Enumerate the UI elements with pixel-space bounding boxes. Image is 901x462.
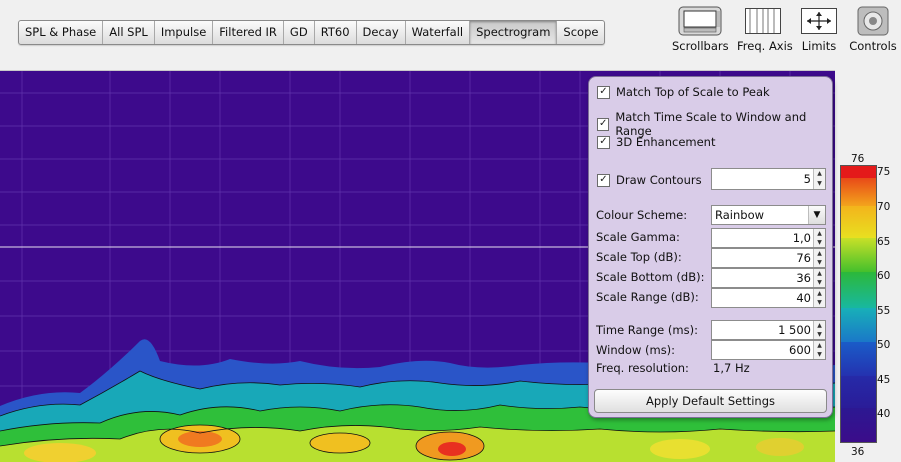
scale-tick: 55 [877,305,891,317]
colour-scheme-label: Colour Scheme: [596,208,688,222]
window-stepper[interactable]: 600 ▲ ▼ [711,340,826,360]
tab-waterfall[interactable]: Waterfall [406,21,471,44]
tab-rt60[interactable]: RT60 [315,21,357,44]
tab-all-spl[interactable]: All SPL [103,21,155,44]
freq-axis-icon [737,6,789,36]
tab-impulse[interactable]: Impulse [155,21,214,44]
colour-scheme-value: Rainbow [715,208,765,222]
colour-scale-bar [840,165,877,443]
freq-axis-label: Freq. Axis [737,39,793,53]
chevron-down-icon[interactable]: ▼ [808,206,825,224]
limits-button[interactable]: Limits [799,6,839,53]
scale-tick: 50 [877,339,891,351]
stepper-arrows-icon[interactable]: ▲ ▼ [813,229,825,247]
scale-gamma-label: Scale Gamma: [596,230,680,244]
scale-tick: 40 [877,408,891,420]
contours-value: 5 [803,172,811,186]
controls-panel: ✓ Match Top of Scale to Peak ✓ Match Tim… [588,76,833,418]
colour-scheme-select[interactable]: Rainbow ▼ [711,205,826,225]
scale-top-value: 76 [796,251,811,265]
checkmark-icon: ✓ [597,117,610,131]
tab-spl-phase[interactable]: SPL & Phase [19,21,104,44]
stepper-arrows-icon[interactable]: ▲ ▼ [813,289,825,307]
tab-scope[interactable]: Scope [557,21,604,44]
match-time-checkbox[interactable]: ✓ Match Time Scale to Window and Range [597,110,832,138]
scale-tick: 60 [877,270,891,282]
enhancement-3d-label: 3D Enhancement [616,135,716,149]
tab-gd[interactable]: GD [284,21,315,44]
freq-resolution-label: Freq. resolution: [596,361,689,375]
tab-spectrogram[interactable]: Spectrogram [470,21,558,44]
scrollbars-label: Scrollbars [672,39,729,53]
tab-filtered-ir[interactable]: Filtered IR [213,21,284,44]
window-label: Window (ms): [596,343,676,357]
scale-tick: 75 [877,166,891,178]
match-top-checkbox[interactable]: ✓ Match Top of Scale to Peak [597,85,770,99]
scale-range-stepper[interactable]: 40 ▲ ▼ [711,288,826,308]
window-value: 600 [789,343,811,357]
scale-top-stepper[interactable]: 76 ▲ ▼ [711,248,826,268]
stepper-arrows-icon[interactable]: ▲ ▼ [813,249,825,267]
scale-bottom-label: Scale Bottom (dB): [596,270,705,284]
scale-tick: 70 [877,201,891,213]
scale-gamma-stepper[interactable]: 1,0 ▲ ▼ [711,228,826,248]
draw-contours-label: Draw Contours [616,173,702,187]
stepper-arrows-icon[interactable]: ▲ ▼ [813,269,825,287]
apply-default-settings-button[interactable]: Apply Default Settings [594,389,827,413]
contours-stepper[interactable]: 5 ▲ ▼ [711,168,826,190]
scale-tick: 65 [877,236,891,248]
controls-button[interactable]: Controls [849,6,897,53]
scale-range-value: 40 [796,291,811,305]
scale-gamma-value: 1,0 [792,231,811,245]
draw-contours-checkbox[interactable]: ✓ Draw Contours [597,173,702,187]
scale-bottom-tick: 36 [851,446,865,458]
scale-top-label: Scale Top (dB): [596,250,682,264]
time-range-value: 1 500 [778,323,811,337]
view-tabs: SPL & Phase All SPL Impulse Filtered IR … [18,20,606,45]
scale-bottom-stepper[interactable]: 36 ▲ ▼ [711,268,826,288]
stepper-arrows-icon[interactable]: ▲ ▼ [813,169,825,189]
freq-axis-button[interactable]: Freq. Axis [737,6,793,53]
checkmark-icon: ✓ [597,173,610,187]
time-range-label: Time Range (ms): [596,323,698,337]
stepper-arrows-icon[interactable]: ▲ ▼ [813,341,825,359]
checkmark-icon: ✓ [597,135,610,149]
controls-label: Controls [849,39,897,53]
scrollbars-icon [672,6,728,36]
limits-icon [799,6,839,36]
match-time-label: Match Time Scale to Window and Range [615,110,807,138]
checkmark-icon: ✓ [597,85,610,99]
scrollbars-button[interactable]: Scrollbars [672,6,729,53]
limits-label: Limits [801,39,837,53]
scale-bottom-value: 36 [796,271,811,285]
tab-decay[interactable]: Decay [357,21,406,44]
scale-top-tick: 76 [851,153,865,165]
match-top-label: Match Top of Scale to Peak [616,85,770,99]
scale-range-label: Scale Range (dB): [596,290,699,304]
stepper-arrows-icon[interactable]: ▲ ▼ [813,321,825,339]
time-range-stepper[interactable]: 1 500 ▲ ▼ [711,320,826,340]
enhancement-3d-checkbox[interactable]: ✓ 3D Enhancement [597,135,715,149]
controls-icon [849,6,897,36]
scale-tick: 45 [877,374,891,386]
freq-resolution-value: 1,7 Hz [713,361,750,375]
